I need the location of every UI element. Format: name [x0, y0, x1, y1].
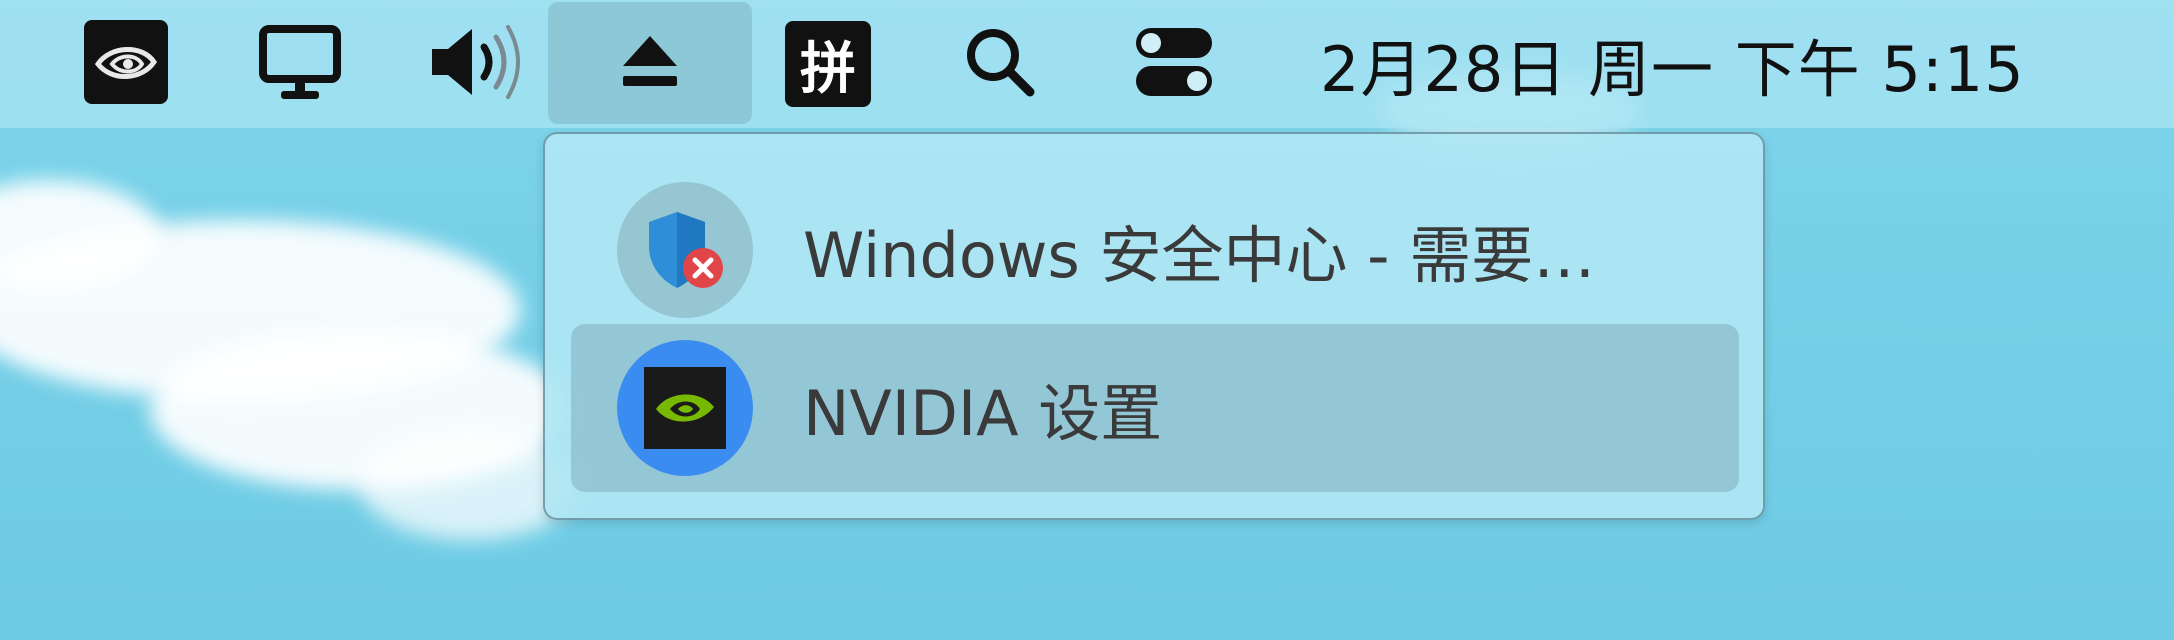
menu-bar: 拼 2月28日 周一 下午 5:15 [0, 0, 2174, 128]
volume-button[interactable] [418, 0, 530, 128]
popup-item-label: NVIDIA 设置 [803, 377, 1163, 450]
eject-button[interactable] [548, 2, 752, 124]
display-button[interactable] [244, 0, 356, 128]
search-icon [960, 22, 1040, 106]
popup-item-windows-security[interactable]: Windows 安全中心 - 需要… [571, 166, 1739, 334]
search-button[interactable] [944, 0, 1056, 128]
display-icon [257, 19, 343, 109]
tray-popup-menu: Windows 安全中心 - 需要… NVIDIA 设置 [543, 132, 1765, 520]
input-method-button[interactable]: 拼 [780, 0, 876, 128]
popup-item-nvidia-settings[interactable]: NVIDIA 设置 [571, 324, 1739, 492]
control-center-icon [1132, 24, 1216, 104]
input-method-icon: 拼 [785, 21, 871, 107]
nvidia-icon [82, 18, 170, 110]
nvidia-settings-icon [617, 340, 753, 476]
popup-item-label: Windows 安全中心 - 需要… [803, 219, 1596, 292]
clock[interactable]: 2月28日 周一 下午 5:15 [1320, 0, 2025, 128]
control-center-button[interactable] [1118, 0, 1230, 128]
nvidia-tray-button[interactable] [70, 0, 182, 128]
volume-icon [424, 19, 524, 109]
eject-icon [615, 26, 685, 100]
windows-security-icon [617, 182, 753, 318]
